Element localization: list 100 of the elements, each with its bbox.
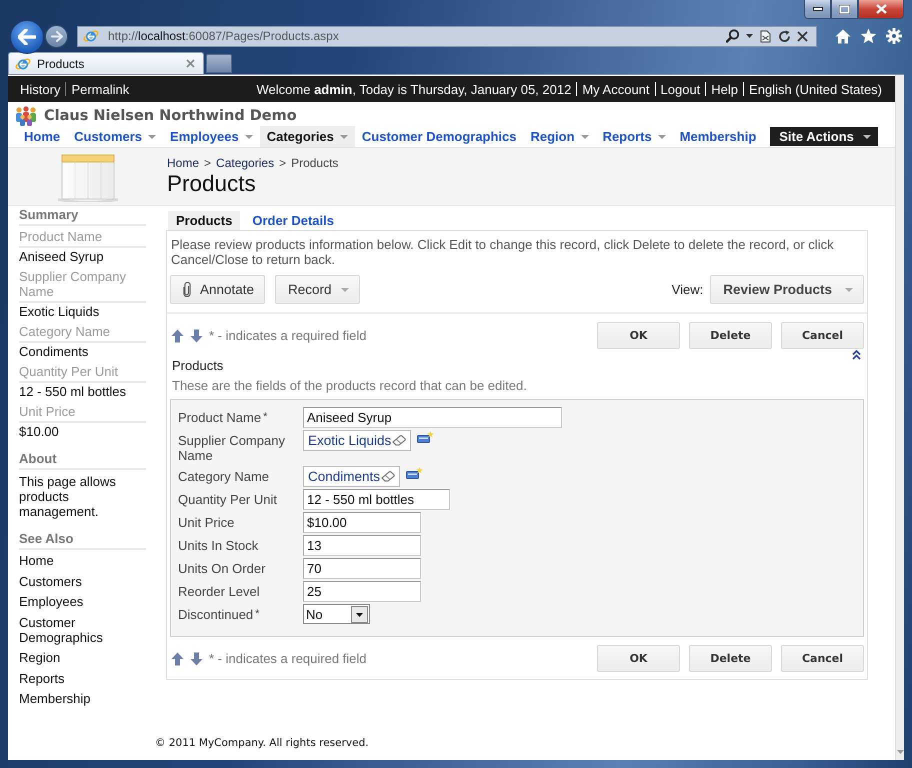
site-actions-menu[interactable]: Site Actions [770,127,878,146]
text-field[interactable]: Aniseed Syrup [303,407,562,428]
field-label: Product Name$^{*}$ [178,409,268,427]
menu-item[interactable]: Region [524,126,596,147]
refresh-icon[interactable] [778,30,791,42]
forward-button[interactable] [45,24,68,48]
star-icon[interactable] [860,28,877,44]
top-link[interactable]: Logout [660,82,700,96]
action-button[interactable]: Cancel [781,322,864,349]
text-field[interactable]: $10.00 [303,512,421,533]
action-button[interactable]: Delete [689,322,772,349]
action-button[interactable]: OK [597,322,680,349]
breadcrumb-link[interactable]: Categories [216,156,274,170]
summary-label: Product Name [19,227,146,248]
sidebar-link[interactable]: Membership [19,688,91,708]
field-label: Reorder Level [178,583,261,601]
people-icon [14,106,38,126]
maximize-button[interactable] [831,0,858,19]
menu-item[interactable]: Home [17,126,68,147]
text-field[interactable]: 12 - 550 ml bottles [303,489,450,510]
sidebar-link[interactable]: Customer Demographics [19,612,146,647]
page-title: Products [167,170,257,197]
sidebar-heading: Summary [19,206,146,226]
sidebar-heading: See Also [19,530,146,550]
top-link[interactable]: My Account [582,82,650,96]
required-note: * - indicates a required field [209,328,367,343]
back-button[interactable] [10,20,44,54]
home-icon[interactable] [835,28,851,44]
action-button[interactable]: OK [597,645,680,672]
section-title: Products [171,358,224,374]
top-link[interactable]: English (United States) [749,82,882,96]
new-tab-button[interactable] [206,54,232,73]
close-button[interactable] [858,0,904,19]
menu-item[interactable]: Customers [67,126,164,147]
sidebar-link[interactable]: Customers [19,570,82,591]
sidebar-link[interactable]: Home [19,550,54,570]
scrollbar[interactable] [895,75,904,760]
action-button[interactable]: Cancel [781,645,864,672]
sidebar-link[interactable]: Region [19,647,60,668]
summary-value: Aniseed Syrup [19,248,105,266]
text-field[interactable]: 13 [303,535,421,556]
view-label: View: [672,282,704,297]
address-bar[interactable]: http://localhost:60087/Pages/Products.aspx [77,26,817,46]
breadcrumb-separator: > [279,156,286,170]
close-icon[interactable] [797,30,808,42]
url-text: http://localhost:60087/Pages/Products.aspx [108,29,340,43]
summary-value: Condiments [19,343,90,361]
text-field[interactable]: 70 [303,558,421,579]
record-menu-button[interactable]: Record [275,275,360,304]
paperclip-icon [183,282,191,297]
breadcrumb-link[interactable]: Home [167,156,200,170]
summary-label: Supplier Company Name [19,267,146,303]
browser-logo-icon [15,56,31,72]
settings-icon[interactable] [886,28,902,44]
browser-logo-icon [83,28,99,44]
summary-value: $10.00 [19,423,60,441]
field-label: Discontinued$^{*}$ [178,606,260,624]
tab[interactable]: Products [168,211,240,230]
table-icon [56,152,120,202]
summary-label: Category Name [19,322,146,343]
up-arrow-icon[interactable] [171,652,184,666]
top-link[interactable]: Permalink [71,82,130,96]
caret-icon[interactable] [746,34,753,38]
menu-item[interactable]: Customer Demographics [354,126,524,147]
lookup-field[interactable]: Condiments [303,466,400,487]
eraser-icon[interactable] [381,471,396,482]
text-field[interactable]: 25 [303,581,421,602]
footer-text: © 2011 MyCompany. All rights reserved. [155,736,369,748]
lookup-field[interactable]: Exotic Liquids [303,430,412,451]
annotate-button[interactable]: Annotate [170,275,266,304]
tab[interactable]: Order Details [244,211,342,230]
top-link[interactable]: History [20,82,60,96]
summary-label: Quantity Per Unit [19,362,146,383]
search-icon[interactable] [726,29,740,43]
sidebar-heading: About [19,450,146,470]
eraser-icon[interactable] [392,435,406,446]
double-chevron-up-icon[interactable] [852,350,861,360]
card-star-icon[interactable] [417,431,434,444]
field-label: Supplier Company Name [178,432,286,464]
card-star-icon[interactable] [406,467,424,480]
about-text: This page allows products management. [19,474,117,519]
down-arrow-icon[interactable] [190,652,203,666]
close-icon [876,4,886,14]
action-button[interactable]: Delete [689,645,772,672]
up-arrow-icon[interactable] [171,328,184,342]
menu-item[interactable]: Employees [163,126,260,147]
field-label: Units In Stock [178,537,260,555]
menu-item[interactable]: Membership [672,126,764,147]
view-selector[interactable]: Review Products [710,275,864,304]
sidebar-link[interactable]: Employees [19,591,84,612]
dropdown-field[interactable]: No [303,604,370,624]
browser-tab[interactable]: Products [8,52,204,74]
menu-item[interactable]: Categories [260,126,355,147]
minimize-button[interactable] [804,0,831,19]
sidebar-link[interactable]: Reports [19,668,65,688]
instructions-text: Please review products information below. Click Edit to change this record, click Delete to delete the record, or click Cancel/Close to return back. [170,237,835,267]
menu-item[interactable]: Reports [596,126,673,147]
down-arrow-icon[interactable] [190,328,203,342]
page-icon[interactable] [759,30,772,42]
top-link[interactable]: Help [711,82,738,96]
